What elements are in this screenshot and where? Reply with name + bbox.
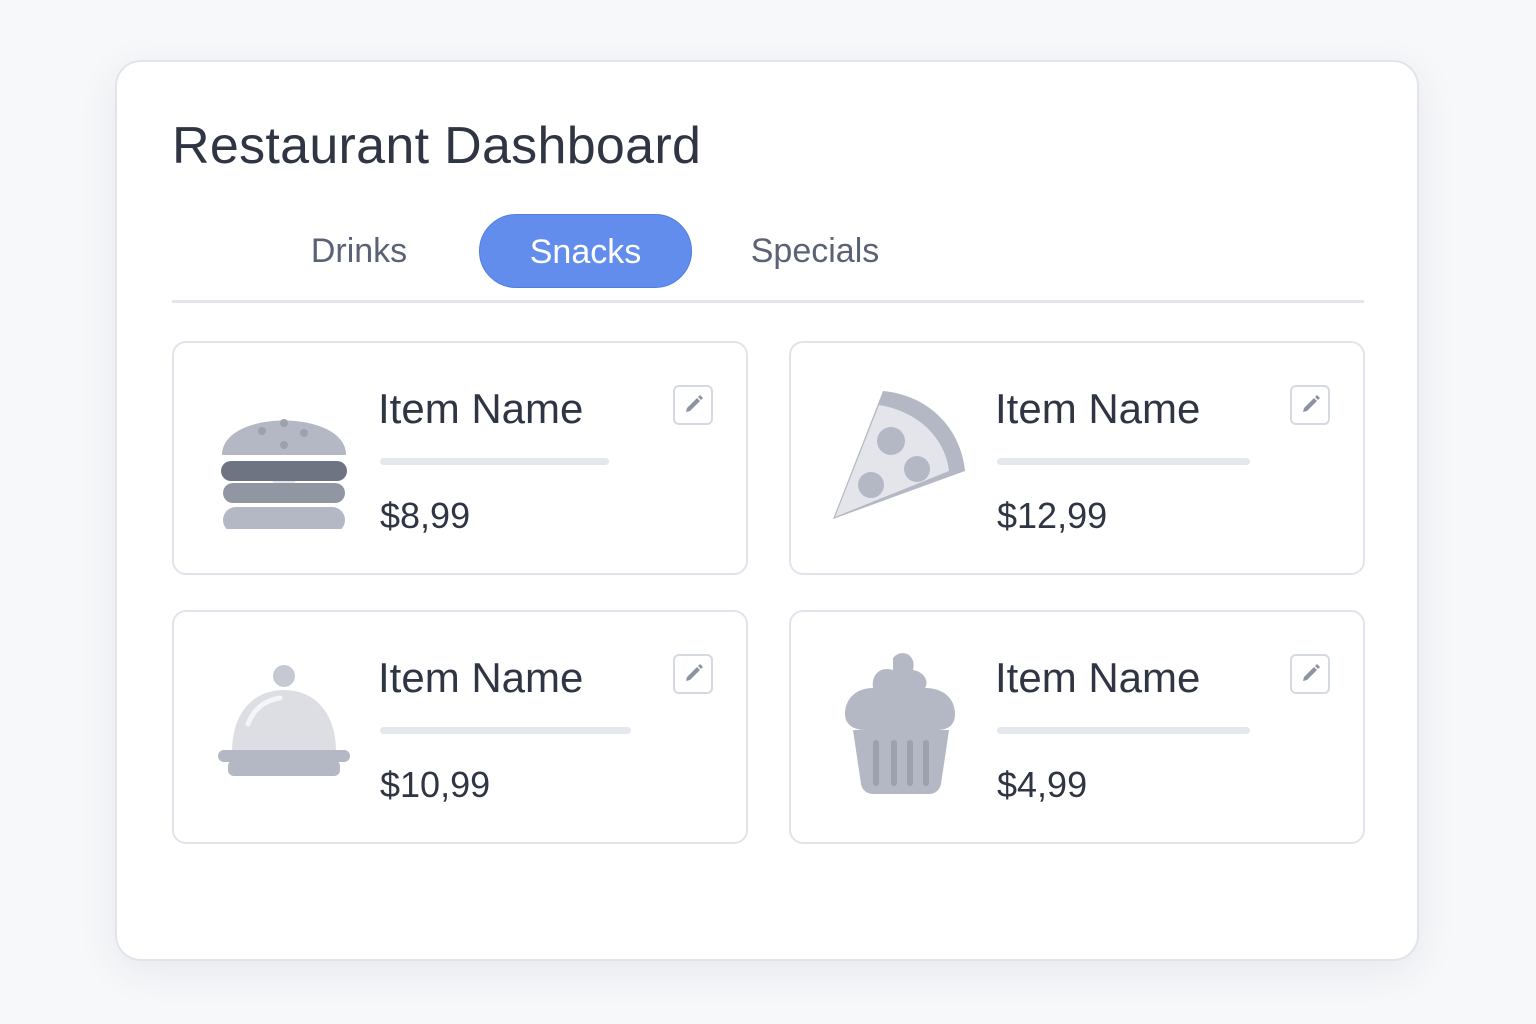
item-name: Item Name <box>995 385 1201 432</box>
burger-icon <box>204 379 364 529</box>
menu-item-card: Item Name $10,99 <box>172 610 748 844</box>
edit-button[interactable] <box>1290 385 1330 425</box>
item-price: $12,99 <box>997 495 1108 536</box>
page-title: Restaurant Dashboard <box>172 117 702 175</box>
divider <box>380 727 631 734</box>
cupcake-icon <box>821 648 981 798</box>
menu-item-card: Item Name $8,99 <box>172 341 748 575</box>
dashboard-panel: Restaurant Dashboard Drinks Snacks Speci… <box>115 60 1419 961</box>
menu-item-card: Item Name $4,99 <box>789 610 1365 844</box>
divider <box>997 727 1250 734</box>
edit-button[interactable] <box>673 654 713 694</box>
item-price: $4,99 <box>997 764 1088 805</box>
item-name: Item Name <box>378 654 584 701</box>
tab-specials[interactable]: Specials <box>720 214 910 288</box>
cloche-icon <box>204 648 364 798</box>
edit-button[interactable] <box>1290 654 1330 694</box>
item-price: $10,99 <box>380 764 491 805</box>
category-tabs: Drinks Snacks Specials <box>172 214 1364 303</box>
pizza-slice-icon <box>821 379 981 529</box>
pencil-icon <box>686 664 703 681</box>
pencil-icon <box>1303 395 1320 412</box>
tab-drinks[interactable]: Drinks <box>272 214 446 288</box>
item-name: Item Name <box>995 654 1201 701</box>
item-price: $8,99 <box>380 495 471 536</box>
divider <box>997 458 1250 465</box>
item-name: Item Name <box>378 385 584 432</box>
tab-snacks[interactable]: Snacks <box>479 214 692 288</box>
pencil-icon <box>1303 664 1320 681</box>
pencil-icon <box>686 395 703 412</box>
edit-button[interactable] <box>673 385 713 425</box>
divider <box>380 458 609 465</box>
menu-item-card: Item Name $12,99 <box>789 341 1365 575</box>
